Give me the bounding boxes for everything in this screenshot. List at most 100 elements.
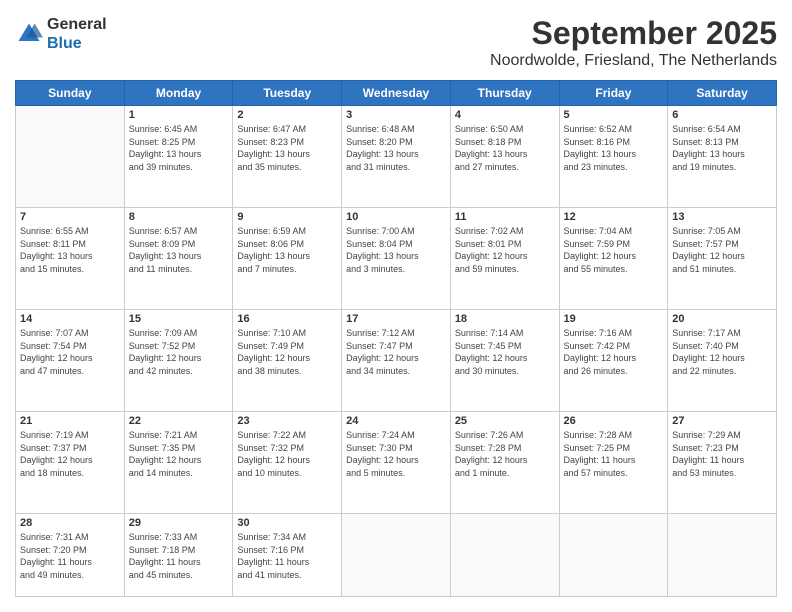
- calendar-cell: 9 Sunrise: 6:59 AMSunset: 8:06 PMDaylight…: [233, 208, 342, 310]
- page: General Blue September 2025 Noordwolde, …: [0, 0, 792, 612]
- calendar-cell: [668, 514, 777, 597]
- calendar-cell: 16Sunrise: 7:10 AMSunset: 7:49 PMDayligh…: [233, 310, 342, 412]
- day-number: 29: [129, 517, 229, 529]
- day-info: Sunrise: 7:07 AMSunset: 7:54 PMDaylight:…: [20, 327, 120, 377]
- calendar-cell: 12Sunrise: 7:04 AMSunset: 7:59 PMDayligh…: [559, 208, 668, 310]
- day-info: Sunrise: 6:55 AMSunset: 8:11 PMDaylight:…: [20, 225, 120, 275]
- day-info: Sunrise: 7:16 AMSunset: 7:42 PMDaylight:…: [564, 327, 664, 377]
- day-info: Sunrise: 7:12 AMSunset: 7:47 PMDaylight:…: [346, 327, 446, 377]
- calendar-cell: 8 Sunrise: 6:57 AMSunset: 8:09 PMDaylight…: [124, 208, 233, 310]
- title-block: September 2025 Noordwolde, Friesland, Th…: [490, 15, 777, 70]
- calendar-cell: 21 Sunrise: 7:19 AMSunset: 7:37 PMDayligh…: [16, 412, 125, 514]
- day-number: 24: [346, 415, 446, 427]
- logo-blue: Blue: [47, 34, 107, 53]
- day-number: 7: [20, 211, 120, 223]
- calendar-header-row: Sunday Monday Tuesday Wednesday Thursday…: [16, 81, 777, 106]
- calendar-subtitle: Noordwolde, Friesland, The Netherlands: [490, 52, 777, 70]
- day-number: 16: [237, 313, 337, 325]
- calendar-table: Sunday Monday Tuesday Wednesday Thursday…: [15, 80, 777, 597]
- day-number: 12: [564, 211, 664, 223]
- calendar-cell: 17 Sunrise: 7:12 AMSunset: 7:47 PMDayligh…: [342, 310, 451, 412]
- calendar-cell: 29 Sunrise: 7:33 AMSunset: 7:18 PMDayligh…: [124, 514, 233, 597]
- calendar-cell: 28Sunrise: 7:31 AMSunset: 7:20 PMDayligh…: [16, 514, 125, 597]
- calendar-cell: 15 Sunrise: 7:09 AMSunset: 7:52 PMDayligh…: [124, 310, 233, 412]
- day-info: Sunrise: 6:45 AMSunset: 8:25 PMDaylight:…: [129, 123, 229, 173]
- calendar-cell: [342, 514, 451, 597]
- day-number: 9: [237, 211, 337, 223]
- day-info: Sunrise: 7:09 AMSunset: 7:52 PMDaylight:…: [129, 327, 229, 377]
- day-info: Sunrise: 6:54 AMSunset: 8:13 PMDaylight:…: [672, 123, 772, 173]
- calendar-cell: 6Sunrise: 6:54 AMSunset: 8:13 PMDaylight…: [668, 106, 777, 208]
- calendar-cell: 20 Sunrise: 7:17 AMSunset: 7:40 PMDayligh…: [668, 310, 777, 412]
- calendar-cell: 27Sunrise: 7:29 AMSunset: 7:23 PMDayligh…: [668, 412, 777, 514]
- day-info: Sunrise: 7:00 AMSunset: 8:04 PMDaylight:…: [346, 225, 446, 275]
- day-number: 3: [346, 109, 446, 121]
- day-number: 2: [237, 109, 337, 121]
- day-info: Sunrise: 7:34 AMSunset: 7:16 PMDaylight:…: [237, 531, 337, 581]
- day-number: 5: [564, 109, 664, 121]
- calendar-cell: [16, 106, 125, 208]
- logo: General Blue: [15, 15, 107, 53]
- day-number: 4: [455, 109, 555, 121]
- calendar-cell: 22Sunrise: 7:21 AMSunset: 7:35 PMDayligh…: [124, 412, 233, 514]
- calendar-cell: 14 Sunrise: 7:07 AMSunset: 7:54 PMDayligh…: [16, 310, 125, 412]
- day-info: Sunrise: 7:28 AMSunset: 7:25 PMDaylight:…: [564, 429, 664, 479]
- calendar-cell: 19Sunrise: 7:16 AMSunset: 7:42 PMDayligh…: [559, 310, 668, 412]
- calendar-cell: 7 Sunrise: 6:55 AMSunset: 8:11 PMDaylight…: [16, 208, 125, 310]
- day-number: 28: [20, 517, 120, 529]
- day-number: 14: [20, 313, 120, 325]
- calendar-cell: 30 Sunrise: 7:34 AMSunset: 7:16 PMDayligh…: [233, 514, 342, 597]
- calendar-cell: 18 Sunrise: 7:14 AMSunset: 7:45 PMDayligh…: [450, 310, 559, 412]
- day-info: Sunrise: 7:33 AMSunset: 7:18 PMDaylight:…: [129, 531, 229, 581]
- calendar-cell: 13Sunrise: 7:05 AMSunset: 7:57 PMDayligh…: [668, 208, 777, 310]
- col-monday: Monday: [124, 81, 233, 106]
- day-info: Sunrise: 7:02 AMSunset: 8:01 PMDaylight:…: [455, 225, 555, 275]
- day-info: Sunrise: 7:17 AMSunset: 7:40 PMDaylight:…: [672, 327, 772, 377]
- calendar-cell: 4 Sunrise: 6:50 AMSunset: 8:18 PMDaylight…: [450, 106, 559, 208]
- calendar-cell: [559, 514, 668, 597]
- day-number: 21: [20, 415, 120, 427]
- logo-general: General: [47, 15, 107, 34]
- day-info: Sunrise: 6:52 AMSunset: 8:16 PMDaylight:…: [564, 123, 664, 173]
- col-sunday: Sunday: [16, 81, 125, 106]
- day-number: 17: [346, 313, 446, 325]
- day-number: 8: [129, 211, 229, 223]
- calendar-cell: [450, 514, 559, 597]
- calendar-title: September 2025: [490, 15, 777, 52]
- day-info: Sunrise: 7:22 AMSunset: 7:32 PMDaylight:…: [237, 429, 337, 479]
- day-info: Sunrise: 6:47 AMSunset: 8:23 PMDaylight:…: [237, 123, 337, 173]
- calendar-cell: 5 Sunrise: 6:52 AMSunset: 8:16 PMDaylight…: [559, 106, 668, 208]
- day-info: Sunrise: 7:26 AMSunset: 7:28 PMDaylight:…: [455, 429, 555, 479]
- day-info: Sunrise: 6:59 AMSunset: 8:06 PMDaylight:…: [237, 225, 337, 275]
- day-number: 18: [455, 313, 555, 325]
- calendar-cell: 26 Sunrise: 7:28 AMSunset: 7:25 PMDayligh…: [559, 412, 668, 514]
- day-info: Sunrise: 7:14 AMSunset: 7:45 PMDaylight:…: [455, 327, 555, 377]
- day-number: 25: [455, 415, 555, 427]
- calendar-cell: 11 Sunrise: 7:02 AMSunset: 8:01 PMDayligh…: [450, 208, 559, 310]
- logo-icon: [15, 20, 43, 48]
- day-info: Sunrise: 6:57 AMSunset: 8:09 PMDaylight:…: [129, 225, 229, 275]
- day-number: 30: [237, 517, 337, 529]
- day-number: 15: [129, 313, 229, 325]
- col-wednesday: Wednesday: [342, 81, 451, 106]
- calendar-cell: 1Sunrise: 6:45 AMSunset: 8:25 PMDaylight…: [124, 106, 233, 208]
- day-info: Sunrise: 7:19 AMSunset: 7:37 PMDaylight:…: [20, 429, 120, 479]
- col-tuesday: Tuesday: [233, 81, 342, 106]
- day-info: Sunrise: 7:24 AMSunset: 7:30 PMDaylight:…: [346, 429, 446, 479]
- day-number: 22: [129, 415, 229, 427]
- day-number: 23: [237, 415, 337, 427]
- day-info: Sunrise: 6:50 AMSunset: 8:18 PMDaylight:…: [455, 123, 555, 173]
- day-number: 13: [672, 211, 772, 223]
- calendar-cell: 24 Sunrise: 7:24 AMSunset: 7:30 PMDayligh…: [342, 412, 451, 514]
- calendar-cell: 25 Sunrise: 7:26 AMSunset: 7:28 PMDayligh…: [450, 412, 559, 514]
- col-thursday: Thursday: [450, 81, 559, 106]
- day-number: 26: [564, 415, 664, 427]
- day-number: 20: [672, 313, 772, 325]
- day-number: 11: [455, 211, 555, 223]
- col-friday: Friday: [559, 81, 668, 106]
- day-number: 10: [346, 211, 446, 223]
- day-number: 27: [672, 415, 772, 427]
- col-saturday: Saturday: [668, 81, 777, 106]
- calendar-cell: 3Sunrise: 6:48 AMSunset: 8:20 PMDaylight…: [342, 106, 451, 208]
- logo-text: General Blue: [47, 15, 107, 53]
